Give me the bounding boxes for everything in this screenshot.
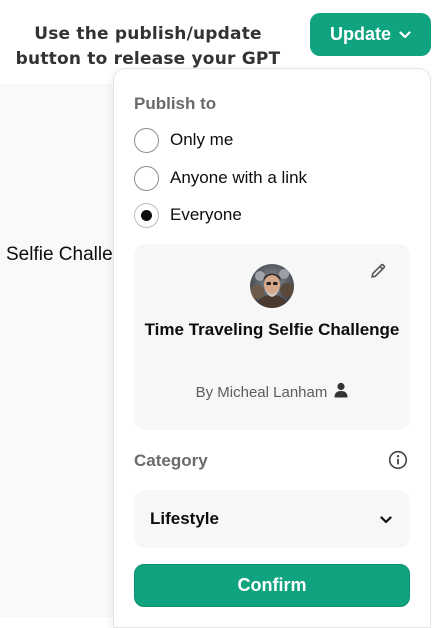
publish-option-label: Anyone with a link	[170, 168, 308, 187]
publish-option-everyone[interactable]: Everyone	[134, 201, 242, 229]
gpt-avatar	[250, 264, 294, 308]
gpt-preview-card: Time Traveling Selfie Challenge By Miche…	[134, 244, 410, 430]
person-icon	[334, 382, 348, 402]
radio-button[interactable]	[134, 127, 159, 153]
gpt-name: Time Traveling Selfie Challenge	[144, 320, 400, 339]
confirm-button[interactable]: Confirm	[134, 564, 410, 607]
info-icon[interactable]	[388, 450, 408, 470]
gpt-author: By Micheal Lanham	[134, 382, 410, 402]
radio-button-selected[interactable]	[134, 202, 159, 228]
category-select[interactable]: Lifestyle	[134, 490, 410, 548]
update-button-label: Update	[329, 24, 391, 44]
update-button[interactable]: Update	[310, 13, 431, 56]
pencil-icon[interactable]	[368, 261, 388, 281]
publish-option-anyone-with-link[interactable]: Anyone with a link	[134, 164, 307, 192]
publish-option-only-me[interactable]: Only me	[134, 126, 233, 154]
category-label: Category	[134, 451, 208, 470]
chevron-down-icon	[380, 509, 392, 529]
radio-button[interactable]	[134, 165, 159, 191]
gpt-author-label: By Micheal Lanham	[195, 383, 328, 401]
publish-option-label: Everyone	[170, 205, 242, 224]
confirm-button-label: Confirm	[237, 575, 307, 595]
chevron-down-icon	[399, 30, 411, 39]
publish-option-label: Only me	[170, 130, 234, 149]
background-gpt-title: Selfie Challe	[6, 244, 113, 265]
category-selected-value: Lifestyle	[150, 509, 219, 528]
annotation-caption: Use the publish/update button to release…	[0, 0, 296, 78]
background-page	[0, 84, 120, 617]
publish-to-label: Publish to	[134, 94, 217, 113]
annotation-line-1: Use the publish/update	[34, 24, 262, 44]
